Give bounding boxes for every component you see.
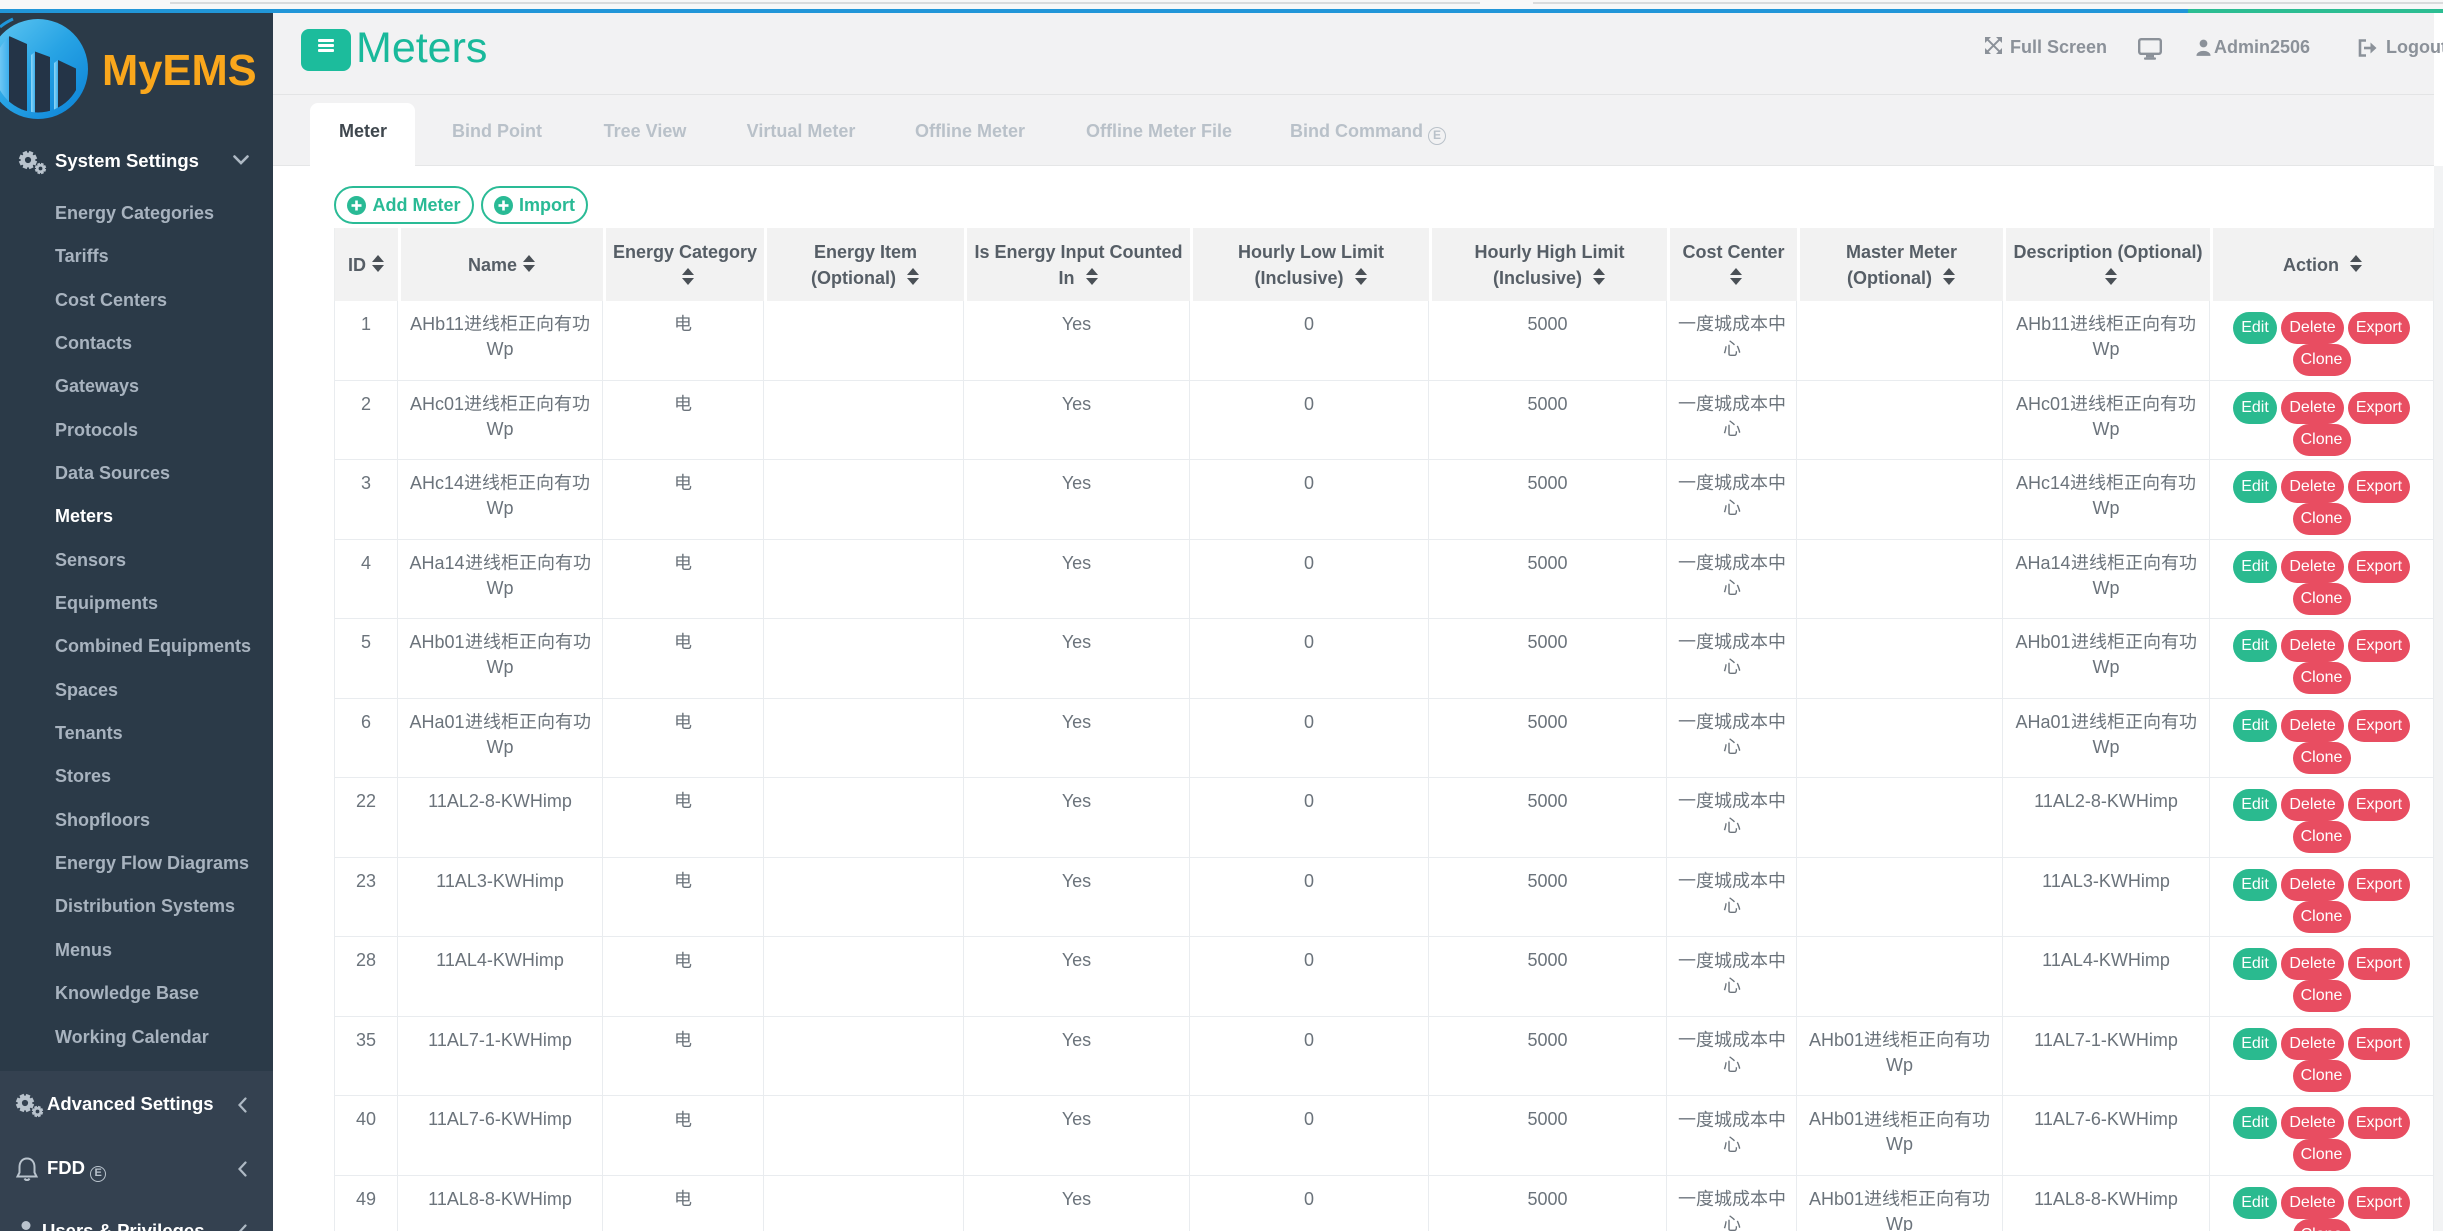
svg-text:MyEMS: MyEMS	[102, 47, 257, 95]
